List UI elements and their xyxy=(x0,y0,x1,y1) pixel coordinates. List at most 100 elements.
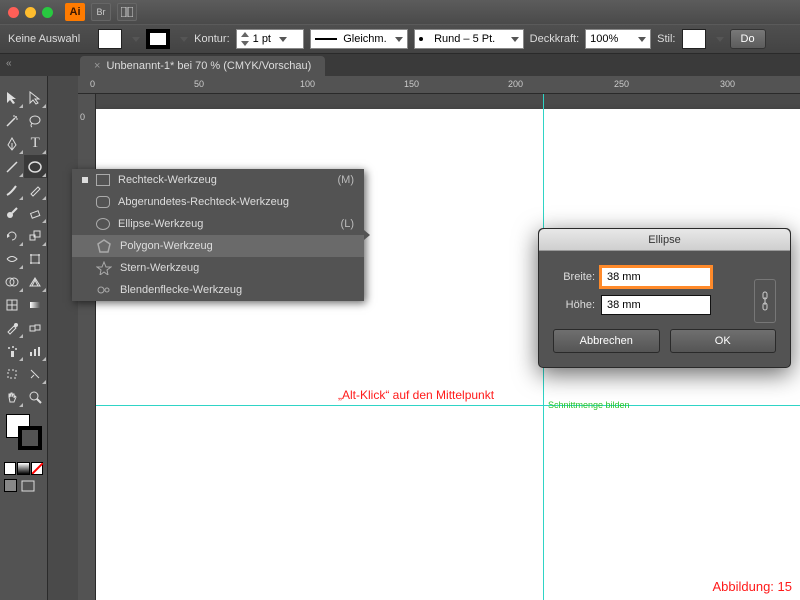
shape-builder-tool[interactable] xyxy=(0,270,24,293)
stroke-profile-field[interactable]: Gleichm. xyxy=(310,29,408,49)
ok-button[interactable]: OK xyxy=(670,329,777,353)
selection-tool[interactable] xyxy=(0,86,24,109)
ruler-tick: 0 xyxy=(90,79,95,89)
stepper-icon[interactable] xyxy=(241,32,249,46)
tools-panel: T xyxy=(0,76,48,600)
height-label: Höhe: xyxy=(553,299,595,311)
fill-stroke-indicator[interactable] xyxy=(4,414,43,454)
gradient-tool[interactable] xyxy=(24,293,48,316)
graph-tool[interactable] xyxy=(24,339,48,362)
ruler-tick: 150 xyxy=(404,79,419,89)
magic-wand-tool[interactable] xyxy=(0,109,24,132)
color-mode-solid[interactable] xyxy=(4,462,16,475)
opacity-value: 100% xyxy=(590,33,618,45)
figure-caption: Abbildung: 15 xyxy=(712,579,792,594)
app-badge: Ai xyxy=(65,3,85,21)
height-input[interactable] xyxy=(601,295,711,315)
link-dimensions-icon[interactable] xyxy=(754,279,776,323)
arrange-docs-icon[interactable] xyxy=(117,3,137,21)
flyout-item-flare[interactable]: Blendenflecke-Werkzeug xyxy=(72,279,364,301)
document-tab[interactable]: × Unbenannt-1* bei 70 % (CMYK/Vorschau) xyxy=(80,56,325,76)
document-tabstrip: × Unbenannt-1* bei 70 % (CMYK/Vorschau) xyxy=(0,54,800,76)
paintbrush-tool[interactable] xyxy=(0,178,24,201)
eraser-tool[interactable] xyxy=(24,201,48,224)
ruler-tick: 300 xyxy=(720,79,735,89)
flyout-label: Ellipse-Werkzeug xyxy=(118,218,203,230)
symbol-sprayer-tool[interactable] xyxy=(0,339,24,362)
scale-tool[interactable] xyxy=(24,224,48,247)
ruler-tick: 0 xyxy=(80,112,85,122)
ruler-horizontal[interactable]: 0 50 100 150 200 250 300 xyxy=(78,76,800,94)
chevron-down-icon[interactable] xyxy=(132,37,140,42)
chevron-down-icon[interactable] xyxy=(716,37,724,42)
stroke-swatch[interactable] xyxy=(146,29,170,49)
flyout-label: Stern-Werkzeug xyxy=(120,262,199,274)
close-tab-icon[interactable]: × xyxy=(94,60,100,72)
chevron-down-icon[interactable] xyxy=(180,37,188,42)
screen-mode-row xyxy=(0,477,47,495)
stroke-label: Kontur: xyxy=(194,33,229,45)
flyout-label: Rechteck-Werkzeug xyxy=(118,174,217,186)
fill-swatch[interactable] xyxy=(98,29,122,49)
color-mode-row xyxy=(0,460,47,477)
collapse-panels-icon[interactable]: « xyxy=(6,58,12,69)
type-tool[interactable]: T xyxy=(24,132,48,155)
rotate-tool[interactable] xyxy=(0,224,24,247)
brush-field[interactable]: Rund – 5 Pt. xyxy=(414,29,524,49)
pencil-tool[interactable] xyxy=(24,178,48,201)
stroke-weight-value: 1 pt xyxy=(253,33,271,45)
flyout-item-rectangle[interactable]: Rechteck-Werkzeug(M) xyxy=(72,169,364,191)
zoom-tool[interactable] xyxy=(24,385,48,408)
minimize-traffic-light[interactable] xyxy=(25,7,36,18)
document-setup-button[interactable]: Do xyxy=(730,29,766,49)
line-tool[interactable] xyxy=(0,155,24,178)
blob-brush-tool[interactable] xyxy=(0,201,24,224)
hand-tool[interactable] xyxy=(0,385,24,408)
free-transform-tool[interactable] xyxy=(24,247,48,270)
flyout-item-ellipse[interactable]: Ellipse-Werkzeug(L) xyxy=(72,213,364,235)
direct-selection-tool[interactable] xyxy=(24,86,48,109)
flyout-item-star[interactable]: Stern-Werkzeug xyxy=(72,257,364,279)
screen-mode-switch[interactable] xyxy=(18,479,38,493)
window-titlebar: Ai Br xyxy=(0,0,800,24)
screen-mode[interactable] xyxy=(4,479,17,492)
eyedropper-tool[interactable] xyxy=(0,316,24,339)
document-tab-title: Unbenannt-1* bei 70 % (CMYK/Vorschau) xyxy=(106,60,311,72)
lasso-tool[interactable] xyxy=(24,109,48,132)
blend-tool[interactable] xyxy=(24,316,48,339)
bridge-icon[interactable]: Br xyxy=(91,3,111,21)
stroke-color[interactable] xyxy=(18,426,42,450)
graphic-style-swatch[interactable] xyxy=(682,29,706,49)
flyout-label: Blendenflecke-Werkzeug xyxy=(120,284,242,296)
brush-style-value: Rund – 5 Pt. xyxy=(427,33,503,45)
flyout-label: Polygon-Werkzeug xyxy=(120,240,213,252)
flyout-item-polygon[interactable]: Polygon-Werkzeug xyxy=(72,235,364,257)
pen-tool[interactable] xyxy=(0,132,24,155)
annotation-intersect: Schnittmenge bilden xyxy=(548,400,630,410)
annotation-alt-click: „Alt-Klick“ auf den Mittelpunkt xyxy=(338,388,494,402)
width-label: Breite: xyxy=(553,271,595,283)
color-mode-gradient[interactable] xyxy=(17,462,29,475)
mesh-tool[interactable] xyxy=(0,293,24,316)
flyout-submenu-arrow xyxy=(364,230,370,240)
stroke-weight-field[interactable]: 1 pt xyxy=(236,29,304,49)
close-traffic-light[interactable] xyxy=(8,7,19,18)
ruler-tick: 100 xyxy=(300,79,315,89)
shape-tool-flyout: Rechteck-Werkzeug(M) Abgerundetes-Rechte… xyxy=(72,169,364,301)
zoom-traffic-light[interactable] xyxy=(42,7,53,18)
color-mode-none[interactable] xyxy=(31,462,43,475)
slice-tool[interactable] xyxy=(24,362,48,385)
opacity-field[interactable]: 100% xyxy=(585,29,651,49)
opacity-label: Deckkraft: xyxy=(530,33,580,45)
cancel-button[interactable]: Abbrechen xyxy=(553,329,660,353)
width-tool[interactable] xyxy=(0,247,24,270)
artboard-tool[interactable] xyxy=(0,362,24,385)
flyout-item-rounded-rectangle[interactable]: Abgerundetes-Rechteck-Werkzeug xyxy=(72,191,364,213)
control-bar: Keine Auswahl Kontur: 1 pt Gleichm. Rund… xyxy=(0,24,800,54)
shape-tool[interactable] xyxy=(24,155,48,178)
style-label: Stil: xyxy=(657,33,675,45)
ruler-tick: 200 xyxy=(508,79,523,89)
perspective-tool[interactable] xyxy=(24,270,48,293)
width-input[interactable] xyxy=(601,267,711,287)
guide-horizontal[interactable] xyxy=(96,405,800,406)
